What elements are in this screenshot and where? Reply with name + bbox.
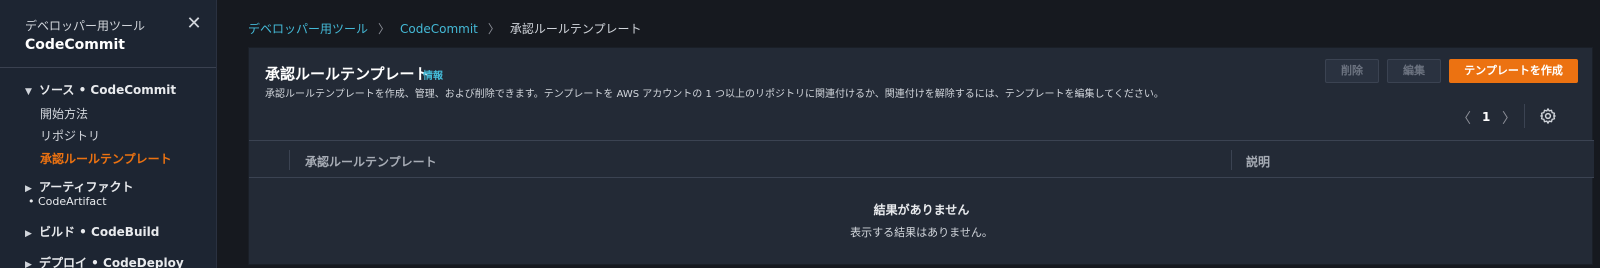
chevron-left-icon[interactable]: 〈 — [1457, 108, 1471, 128]
sidebar-item-getting-started[interactable]: 開始方法 — [40, 105, 88, 122]
pagination-divider — [1524, 104, 1525, 128]
nav-section-label: ビルド • CodeBuild — [39, 225, 160, 239]
empty-state-description: 表示する結果はありません。 — [850, 226, 993, 239]
caret-right-icon: ▶ — [25, 229, 32, 239]
sidebar-item-repositories[interactable]: リポジトリ — [40, 127, 100, 144]
close-icon[interactable]: ✕ — [185, 14, 203, 34]
nav-section-artifact[interactable]: ▶ アーティファクト — [25, 178, 134, 195]
nav-section-build[interactable]: ▶ ビルド • CodeBuild — [25, 223, 159, 240]
delete-button[interactable]: 削除 — [1325, 59, 1379, 83]
column-divider — [1231, 150, 1232, 170]
page-title: 承認ルールテンプレート — [265, 65, 430, 83]
sidebar: デベロッパー用ツール CodeCommit ✕ ▼ ソース • CodeCommi… — [0, 0, 217, 268]
table-header: 承認ルールテンプレート 説明 — [249, 140, 1594, 178]
info-link[interactable]: 情報 — [423, 67, 443, 82]
nav-section-source[interactable]: ▼ ソース • CodeCommit — [25, 81, 176, 98]
nav-section-label: アーティファクト — [39, 180, 134, 194]
sidebar-header: デベロッパー用ツール CodeCommit ✕ — [0, 0, 216, 68]
column-header-description[interactable]: 説明 — [1246, 153, 1270, 170]
breadcrumb-developer-tools[interactable]: デベロッパー用ツール — [248, 22, 368, 36]
breadcrumb-current: 承認ルールテンプレート — [509, 22, 642, 36]
page-number[interactable]: 1 — [1482, 110, 1490, 124]
column-divider — [289, 150, 290, 170]
nav-section-label: デプロイ • CodeDeploy — [39, 256, 184, 268]
caret-down-icon: ▼ — [25, 87, 32, 97]
create-template-button[interactable]: テンプレートを作成 — [1449, 59, 1578, 83]
edit-button[interactable]: 編集 — [1387, 59, 1441, 83]
caret-right-icon: ▶ — [25, 184, 32, 194]
templates-panel: 承認ルールテンプレート 情報 承認ルールテンプレートを作成、管理、および削除でき… — [248, 47, 1594, 265]
sidebar-subtitle: デベロッパー用ツール — [25, 19, 146, 33]
nav-section-label: ソース • CodeCommit — [39, 83, 177, 97]
nav-section-artifact-sub: • CodeArtifact — [28, 195, 107, 208]
gear-icon[interactable] — [1539, 107, 1557, 125]
chevron-right-icon[interactable]: 〉 — [1502, 108, 1516, 128]
page-description: 承認ルールテンプレートを作成、管理、および削除できます。テンプレートを AWS … — [265, 89, 1164, 100]
chevron-right-icon: 〉 — [487, 22, 500, 36]
breadcrumb: デベロッパー用ツール〉 CodeCommit 〉承認ルールテンプレート — [248, 20, 642, 37]
breadcrumb-codecommit[interactable]: CodeCommit — [400, 22, 478, 36]
chevron-right-icon: 〉 — [378, 22, 391, 36]
caret-right-icon: ▶ — [25, 260, 32, 268]
empty-state-title: 結果がありません — [873, 203, 970, 217]
sidebar-item-approval-rule-templates[interactable]: 承認ルールテンプレート — [40, 150, 172, 167]
column-header-template[interactable]: 承認ルールテンプレート — [305, 153, 437, 170]
sidebar-title: CodeCommit — [25, 37, 125, 53]
nav-section-deploy[interactable]: ▶ デプロイ • CodeDeploy — [25, 254, 184, 268]
